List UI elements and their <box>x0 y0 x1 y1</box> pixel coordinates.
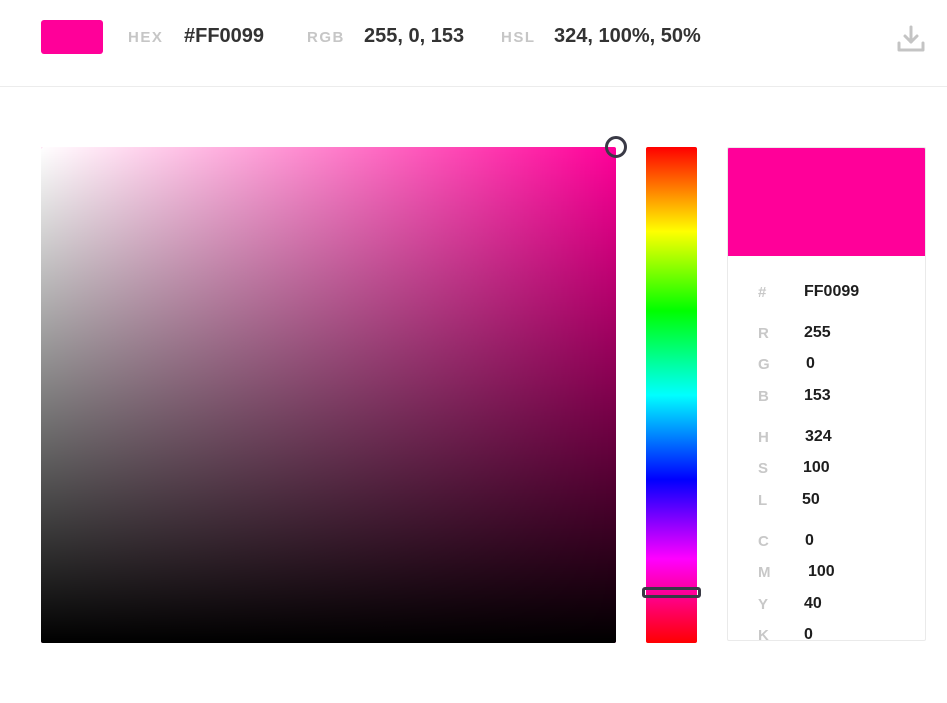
r-row-label: R <box>758 325 769 342</box>
color-values-panel: # FF0099 R 255 G 0 B 153 H 324 S 100 L 5… <box>727 147 926 641</box>
saturation-value-square[interactable] <box>41 147 616 643</box>
k-row-value[interactable]: 0 <box>804 626 813 640</box>
download-button[interactable] <box>894 22 928 56</box>
hex-label: HEX <box>128 29 164 46</box>
hue-slider-handle[interactable] <box>642 587 701 599</box>
b-row-value[interactable]: 153 <box>804 387 831 405</box>
g-row-label: G <box>758 356 770 373</box>
b-row-label: B <box>758 388 769 405</box>
saturation-value-handle[interactable] <box>605 136 627 158</box>
download-icon <box>897 25 925 52</box>
hex-row-value[interactable]: FF0099 <box>804 283 859 301</box>
hsl-value[interactable]: 324, 100%, 50% <box>554 25 701 48</box>
m-row-label: M <box>758 564 771 581</box>
value-gradient <box>41 147 616 643</box>
h-row-value[interactable]: 324 <box>805 428 832 446</box>
l-row-value[interactable]: 50 <box>802 491 820 509</box>
r-row-value[interactable]: 255 <box>804 324 831 342</box>
l-row-label: L <box>758 492 768 509</box>
k-row-label: K <box>758 627 769 641</box>
s-row-value[interactable]: 100 <box>803 459 830 477</box>
h-row-label: H <box>758 429 769 446</box>
toolbar-header: HEX #FF0099 RGB 255, 0, 153 HSL 324, 100… <box>0 0 947 87</box>
c-row-value[interactable]: 0 <box>805 532 814 550</box>
hex-value[interactable]: #FF0099 <box>184 25 264 48</box>
hue-slider[interactable] <box>646 147 697 643</box>
m-row-value[interactable]: 100 <box>808 563 835 581</box>
rgb-value[interactable]: 255, 0, 153 <box>364 25 464 48</box>
color-preview-swatch <box>728 148 925 256</box>
rgb-label: RGB <box>307 29 345 46</box>
hex-row-label: # <box>758 284 767 301</box>
y-row-label: Y <box>758 596 769 613</box>
c-row-label: C <box>758 533 769 550</box>
g-row-value[interactable]: 0 <box>806 355 815 373</box>
current-color-swatch <box>41 20 103 54</box>
hsl-label: HSL <box>501 29 536 46</box>
s-row-label: S <box>758 460 769 477</box>
y-row-value[interactable]: 40 <box>804 595 822 613</box>
